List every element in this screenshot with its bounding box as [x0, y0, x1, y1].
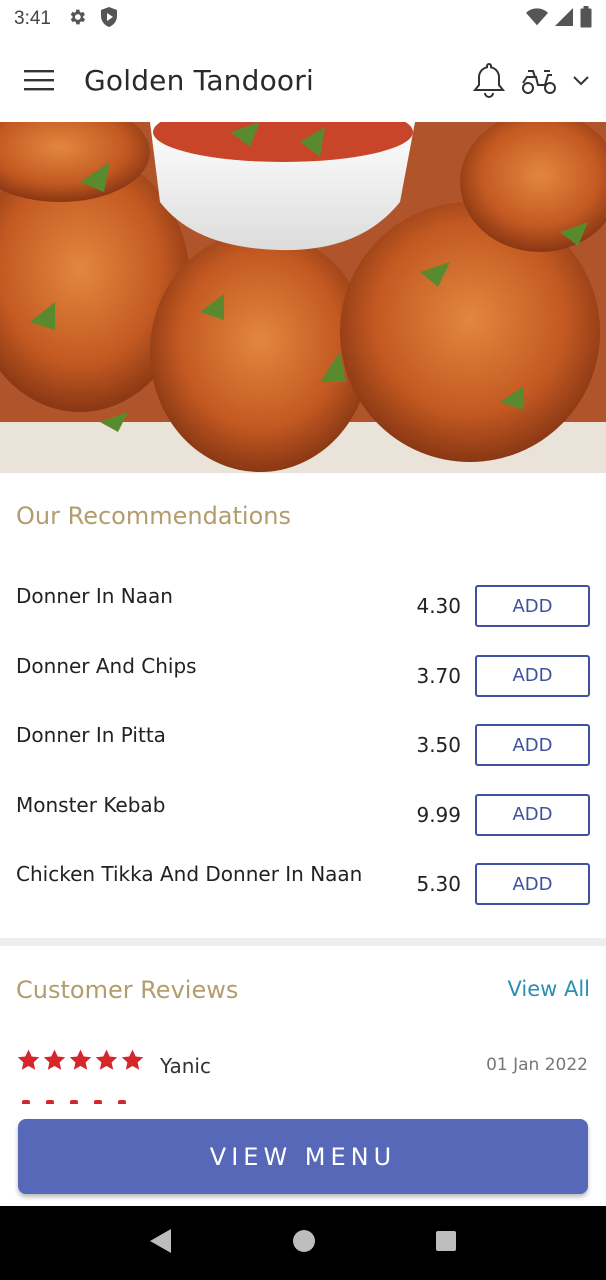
status-bar: 3:41 [0, 0, 606, 38]
item-price: 3.70 [416, 663, 461, 688]
hamburger-menu-icon[interactable] [12, 53, 66, 107]
review-date: 01 Jan 2022 [486, 1055, 588, 1075]
item-name: Donner In Naan [16, 584, 173, 608]
system-nav-bar [0, 1206, 606, 1280]
shield-play-icon [99, 6, 119, 33]
wifi-icon [526, 7, 548, 32]
status-left-icons [67, 6, 119, 33]
status-time: 3:41 [14, 8, 51, 29]
view-menu-button[interactable]: VIEW MENU [18, 1119, 588, 1194]
star-icon [43, 1049, 66, 1070]
reviewer-name: Yanic [160, 1054, 211, 1078]
list-item: Monster Kebab 9.99 ADD [0, 779, 606, 849]
chevron-down-icon[interactable] [572, 74, 590, 86]
settings-gear-icon [67, 7, 87, 32]
hero-food-image [0, 122, 606, 473]
star-icon [95, 1049, 118, 1070]
reviews-title: Customer Reviews [16, 976, 239, 1004]
back-triangle-icon[interactable] [149, 1228, 173, 1259]
add-button[interactable]: ADD [475, 585, 590, 627]
item-name: Chicken Tikka And Donner In Naan [16, 862, 363, 887]
star-icon [17, 1049, 40, 1070]
add-button[interactable]: ADD [475, 793, 590, 836]
item-price: 9.99 [416, 802, 461, 827]
rating-stars [16, 1048, 145, 1073]
item-price: 5.30 [416, 872, 461, 897]
delivery-scooter-icon[interactable] [520, 65, 558, 95]
recommendations-title: Our Recommendations [16, 502, 291, 530]
item-price: 3.50 [416, 733, 461, 758]
next-review-stars-peek [22, 1100, 126, 1104]
star-icon [22, 1100, 30, 1104]
app-bar-actions [472, 61, 590, 99]
list-item: Donner In Naan 4.30 ADD [0, 570, 606, 640]
list-item: Chicken Tikka And Donner In Naan 5.30 AD… [0, 848, 606, 918]
item-name: Monster Kebab [16, 792, 166, 817]
recents-square-icon[interactable] [435, 1230, 457, 1257]
app-bar: Golden Tandoori [0, 38, 606, 122]
add-button[interactable]: ADD [475, 863, 590, 906]
item-price: 4.30 [416, 594, 461, 618]
battery-icon [580, 5, 592, 33]
list-item: Donner And Chips 3.70 ADD [0, 640, 606, 710]
review-item: Yanic 01 Jan 2022 [0, 1046, 606, 1086]
view-all-link[interactable]: View All [507, 977, 590, 1001]
item-name: Donner In Pitta [16, 723, 166, 748]
home-circle-icon[interactable] [292, 1229, 316, 1258]
star-icon [70, 1100, 78, 1104]
recommendations-list: Donner In Naan 4.30 ADD Donner And Chips… [0, 570, 606, 918]
status-right-icons [526, 5, 592, 33]
star-icon [46, 1100, 54, 1104]
star-icon [118, 1100, 126, 1104]
star-icon [94, 1100, 102, 1104]
star-icon [121, 1049, 144, 1070]
star-icon [69, 1049, 92, 1070]
cellular-signal-icon [554, 7, 574, 32]
list-item: Donner In Pitta 3.50 ADD [0, 709, 606, 779]
section-divider [0, 938, 606, 946]
page-title: Golden Tandoori [84, 63, 314, 97]
notification-bell-icon[interactable] [472, 61, 506, 99]
add-button[interactable]: ADD [475, 724, 590, 767]
add-button[interactable]: ADD [475, 654, 590, 697]
item-name: Donner And Chips [16, 653, 197, 678]
